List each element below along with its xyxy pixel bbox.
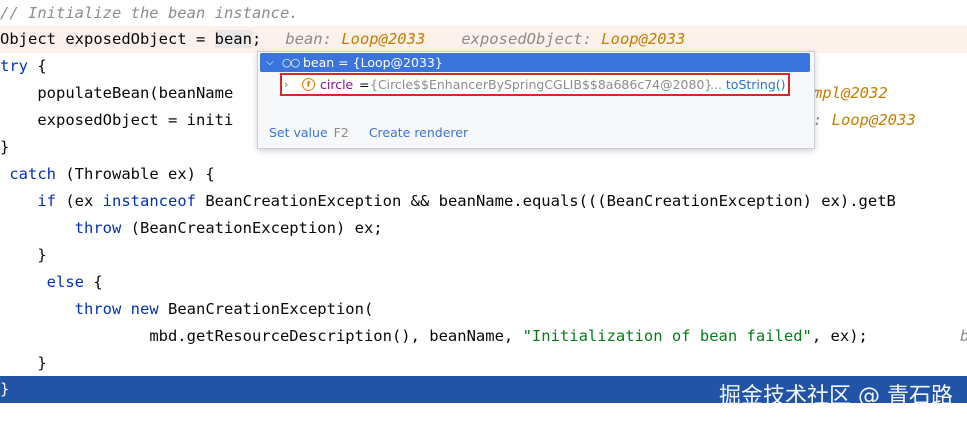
chevron-right-icon[interactable]: ›	[284, 75, 288, 94]
code-text: exposedObject = initi	[0, 111, 234, 129]
keyword-throw: throw	[74, 219, 122, 237]
code-text: BeanCreationException && beanName.equals…	[196, 192, 896, 210]
ellipsis-text: ...	[710, 77, 726, 92]
code-line-14[interactable]: }	[0, 350, 967, 377]
code-line-13[interactable]: mbd.getResourceDescription(), beanName, …	[0, 323, 967, 350]
code-text: (ex	[56, 192, 103, 210]
code-text: ;	[251, 30, 262, 48]
code-line-8[interactable]: if (ex instanceof BeanCreationException …	[0, 188, 967, 215]
comment-text: // Initialize the bean instance.	[0, 4, 299, 22]
field-equals: =	[359, 77, 370, 92]
field-icon: f	[302, 78, 315, 91]
create-renderer-link[interactable]: Create renderer	[369, 125, 468, 140]
set-value-link[interactable]: Set value	[269, 125, 328, 140]
code-editor[interactable]: // Initialize the bean instance. Object …	[0, 0, 967, 424]
field-value: {Circle$$EnhancerBySpringCGLIB$$8a686c74…	[370, 77, 713, 92]
debugger-value-popup[interactable]: ⌵ ○○ bean = {Loop@2033} › f circle = {Ci…	[257, 51, 815, 149]
code-line-11[interactable]: else {	[0, 269, 967, 296]
code-text: }	[37, 354, 47, 372]
string-literal: "Initialization of bean failed"	[522, 327, 812, 345]
code-line-1[interactable]: // Initialize the bean instance.	[0, 0, 967, 27]
watch-glasses-icon: ○○	[282, 56, 300, 69]
bean-variable[interactable]: bean	[214, 30, 252, 48]
keyword-instanceof: instanceof	[102, 192, 196, 210]
popup-tree-item-circle[interactable]: › f circle = {Circle$$EnhancerBySpringCG…	[280, 73, 790, 96]
code-text: (BeanCreationException) ex;	[121, 219, 383, 237]
set-value-shortcut: F2	[333, 125, 349, 140]
field-name: circle	[320, 77, 354, 92]
code-text: mbd.getResourceDescription(), beanName,	[149, 327, 523, 345]
keyword-else: else	[46, 273, 84, 291]
code-line-7[interactable]: catch (Throwable ex) {	[0, 161, 967, 188]
keyword-throw: throw	[74, 300, 122, 318]
keyword-catch: catch	[9, 165, 57, 183]
code-text: {	[84, 273, 103, 291]
code-line-9[interactable]: throw (BeanCreationException) ex;	[0, 215, 967, 242]
code-text: {	[28, 57, 47, 75]
inline-hint-tail: mpl@2032	[813, 84, 888, 102]
inline-hint-bean-value: Loop@2033	[341, 30, 426, 48]
keyword-try: try	[0, 57, 28, 75]
code-line-12[interactable]: throw new BeanCreationException(	[0, 296, 967, 323]
tree-root-label: bean = {Loop@2033}	[303, 55, 443, 70]
inline-hint-tail-label: :	[813, 111, 832, 129]
code-text: Object exposedObject =	[0, 30, 215, 48]
keyword-new: new	[130, 300, 159, 318]
chevron-down-icon[interactable]: ⌵	[266, 53, 274, 72]
inline-hint-tail-value: Loop@2033	[831, 111, 916, 129]
inline-hint-exposed-label: exposedObject:	[461, 30, 602, 48]
keyword-if: if	[37, 192, 56, 210]
code-line-2[interactable]: Object exposedObject = bean; bean: Loop@2…	[0, 26, 967, 53]
inline-hint-bean-label: bean:	[285, 30, 342, 48]
code-text: }	[37, 246, 47, 264]
code-text: (Throwable ex) {	[56, 165, 215, 183]
watermark-text: 掘金技术社区 @ 青石路	[719, 384, 953, 409]
inline-hint-exposed-value: Loop@2033	[601, 30, 686, 48]
inline-hint-tail: b	[960, 323, 967, 350]
code-text: BeanCreationException(	[158, 300, 374, 318]
code-text: , ex);	[811, 327, 868, 345]
popup-tree-root-bean[interactable]: ⌵ ○○ bean = {Loop@2033}	[260, 53, 810, 72]
code-text: populateBean(beanName	[0, 84, 234, 102]
tostring-link[interactable]: toString()	[726, 77, 786, 92]
code-line-10[interactable]: }	[0, 242, 967, 269]
code-text: }	[0, 138, 10, 156]
tostring-hint[interactable]: ... toString()	[710, 75, 786, 94]
code-text: }	[0, 380, 10, 398]
popup-footer: Set value F2 Create renderer	[269, 125, 468, 140]
